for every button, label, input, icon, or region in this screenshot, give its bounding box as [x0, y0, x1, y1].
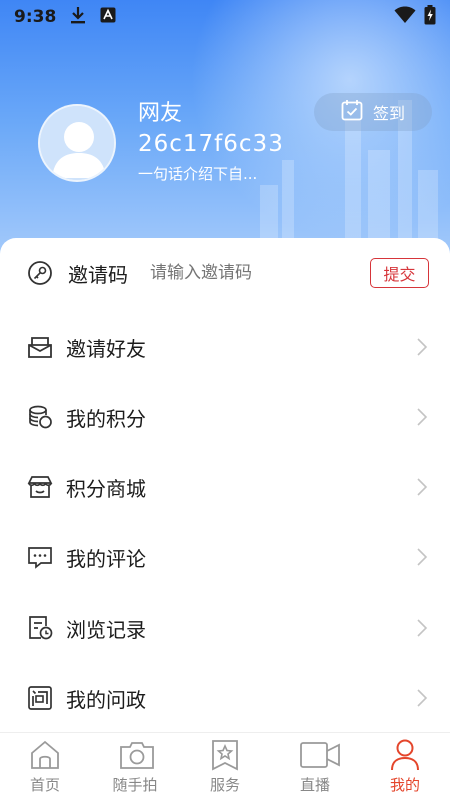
menu-item-browse-history[interactable]: 浏览记录 — [0, 593, 450, 663]
avatar[interactable] — [38, 104, 116, 182]
skyline-decoration — [260, 185, 278, 240]
menu-item-label: 我的评论 — [66, 546, 146, 571]
profile-bio: 一句话介绍下自... — [138, 165, 258, 183]
chevron-right-icon — [416, 338, 428, 356]
service-bookmark-icon — [209, 739, 241, 771]
tab-snapshot[interactable]: 随手拍 — [90, 733, 180, 800]
checkin-label: 签到 — [372, 104, 405, 123]
wifi-icon — [394, 6, 416, 28]
status-time: 9:38 — [14, 7, 57, 27]
profile-name: 网友 — [138, 101, 183, 126]
bottom-tab-bar: 首页 随手拍 服务 直播 我的 — [0, 732, 450, 800]
invite-code-input[interactable] — [150, 263, 350, 283]
menu-item-label: 我的问政 — [66, 687, 146, 712]
invite-code-row: 邀请码 提交 — [0, 238, 450, 308]
tab-label: 服务 — [209, 776, 240, 794]
camera-icon — [119, 739, 154, 771]
a-icon — [100, 7, 116, 27]
profile-section[interactable]: 网友 26c17f6c33 一句话介绍下自... — [38, 100, 284, 186]
chevron-right-icon — [416, 408, 428, 426]
skyline-decoration — [368, 150, 390, 240]
tab-label: 随手拍 — [112, 776, 158, 794]
menu-item-points-mall[interactable]: 积分商城 — [0, 452, 450, 522]
download-icon — [70, 6, 86, 28]
menu-item-my-comments[interactable]: 我的评论 — [0, 522, 450, 592]
chevron-right-icon — [416, 619, 428, 637]
skyline-decoration — [418, 170, 438, 240]
comment-icon — [27, 544, 53, 570]
store-icon — [27, 474, 53, 500]
skyline-decoration — [345, 120, 361, 240]
tab-label: 首页 — [29, 776, 60, 794]
invite-code-label: 邀请码 — [68, 262, 128, 287]
default-avatar-icon — [40, 106, 114, 180]
calendar-check-icon — [341, 99, 363, 125]
menu-item-my-points[interactable]: 我的积分 — [0, 382, 450, 452]
menu-item-label: 积分商城 — [66, 476, 146, 501]
menu-item-label: 我的积分 — [66, 406, 146, 431]
tab-services[interactable]: 服务 — [180, 733, 270, 800]
profile-user-id: 26c17f6c33 — [138, 131, 284, 157]
menu-item-label: 浏览记录 — [66, 617, 146, 642]
chevron-right-icon — [416, 478, 428, 496]
invite-friends-icon — [27, 334, 53, 360]
home-icon — [29, 739, 61, 771]
points-coins-icon — [27, 404, 53, 430]
tab-live[interactable]: 直播 — [270, 733, 360, 800]
menu-item-my-inquiries[interactable]: 我的问政 — [0, 663, 450, 733]
menu-item-invite-friends[interactable]: 邀请好友 — [0, 312, 450, 382]
key-icon — [27, 260, 53, 286]
live-video-icon — [299, 739, 340, 771]
battery-charging-icon — [424, 5, 436, 29]
submit-button[interactable]: 提交 — [370, 258, 429, 288]
user-icon — [389, 739, 421, 771]
tab-mine[interactable]: 我的 — [360, 733, 450, 800]
history-icon — [27, 615, 53, 641]
checkin-button[interactable]: 签到 — [314, 93, 432, 131]
chevron-right-icon — [416, 689, 428, 707]
status-bar: 9:38 — [0, 0, 450, 34]
menu-item-label: 邀请好友 — [66, 336, 146, 361]
tab-home[interactable]: 首页 — [0, 733, 90, 800]
chevron-right-icon — [416, 548, 428, 566]
tab-label: 直播 — [299, 776, 330, 794]
inquiry-icon — [27, 685, 53, 711]
menu-card: 邀请码 提交 邀请好友 我的积分 积分商城 我的评论 浏览记录 — [0, 238, 450, 732]
tab-label: 我的 — [389, 776, 420, 794]
